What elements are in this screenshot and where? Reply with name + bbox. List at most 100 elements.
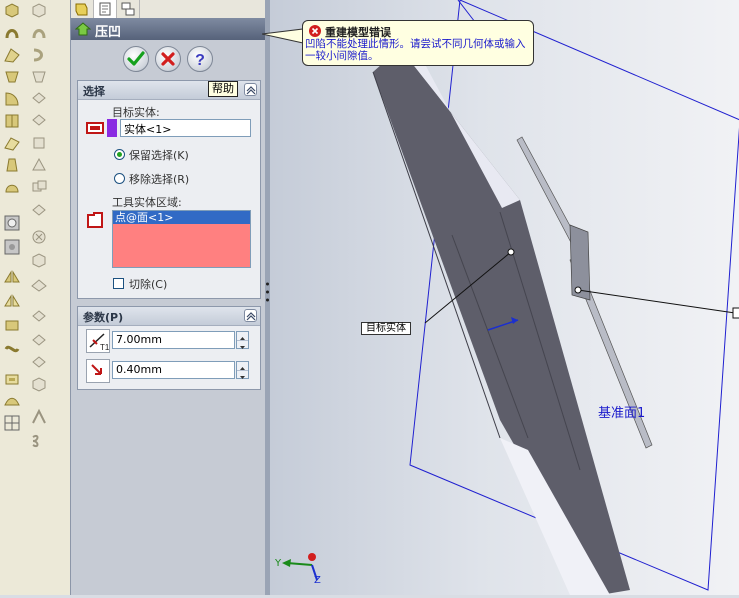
chevron-up-icon	[246, 312, 256, 321]
remove-selection-radio[interactable]	[114, 173, 125, 184]
scale-icon[interactable]	[30, 134, 48, 152]
offset-surface-icon[interactable]	[30, 332, 48, 350]
target-body-icon	[86, 122, 104, 134]
callout-pointer	[262, 28, 304, 44]
delete-body-icon[interactable]	[30, 228, 48, 246]
thickness-icon: T1	[86, 329, 110, 353]
chevron-up-icon	[246, 86, 256, 95]
move-body-icon[interactable]	[3, 292, 21, 310]
help-button[interactable]: ?	[187, 46, 213, 72]
reference-geometry-icon[interactable]	[3, 414, 21, 432]
target-body-tag[interactable]: 目标实体	[361, 322, 411, 335]
error-message: 凹陷不能处理此情形。请尝试不同几何体或输入一较小间隙值。	[305, 38, 526, 62]
cut-label[interactable]: 切除(C)	[129, 276, 167, 292]
combine-icon[interactable]	[30, 178, 48, 196]
deform-icon[interactable]	[3, 392, 21, 410]
parameters-group-title: 参数(P)	[83, 311, 124, 324]
hole-wizard-icon[interactable]	[3, 214, 21, 232]
question-icon: ?	[195, 52, 205, 68]
tool-region-label: 工具实体区域:	[112, 196, 182, 209]
shell-icon[interactable]	[3, 134, 21, 152]
fillet-icon[interactable]	[3, 90, 21, 108]
error-icon	[309, 25, 321, 37]
draft-icon[interactable]	[3, 156, 21, 174]
x-axis-dot	[308, 553, 316, 561]
spin-down-icon	[237, 371, 248, 379]
keep-selection-label[interactable]: 保留选择(K)	[129, 147, 189, 163]
checkmark-icon	[127, 51, 145, 66]
plate-body	[373, 48, 630, 595]
thickness-input[interactable]: 7.00mm	[112, 331, 235, 349]
helix-icon[interactable]	[30, 432, 48, 450]
feature-manager-tab[interactable]	[71, 0, 94, 18]
feature-title: 压凹	[95, 25, 122, 40]
flex-icon[interactable]	[3, 340, 21, 358]
property-manager-tab[interactable]	[94, 0, 117, 18]
cut-checkbox[interactable]	[113, 278, 124, 289]
cut-with-surface-icon[interactable]	[30, 276, 48, 294]
dome-icon[interactable]	[3, 178, 21, 196]
curve-tools-icon[interactable]	[30, 408, 48, 426]
clearance-input[interactable]: 0.40mm	[112, 361, 235, 379]
target-body-label: 目标实体:	[112, 106, 160, 119]
feature-tree-icon	[75, 3, 88, 16]
revolve-boss-icon[interactable]	[3, 24, 21, 42]
indent-icon[interactable]	[3, 370, 21, 388]
plane-label[interactable]: 基准面1	[598, 402, 645, 421]
chamfer-icon[interactable]	[30, 90, 48, 108]
property-sheet-icon	[99, 2, 111, 16]
planar-surface-icon[interactable]	[30, 376, 48, 394]
extruded-cut-icon[interactable]	[30, 2, 48, 20]
pattern-icon[interactable]	[3, 238, 21, 256]
rib-icon[interactable]	[3, 112, 21, 130]
tool-region-list[interactable]: 点@面<1>	[112, 210, 251, 268]
lofted-cut-icon[interactable]	[30, 68, 48, 86]
help-tooltip: 帮助	[208, 81, 238, 97]
target-body-field[interactable]: 实体<1>	[120, 119, 251, 137]
ok-button[interactable]	[123, 46, 149, 72]
configuration-icon	[121, 2, 135, 16]
list-item[interactable]: 点@面<1>	[113, 211, 250, 224]
rebuild-error-callout: 重建模型错误 凹陷不能处理此情形。请尝试不同几何体或输入一较小间隙值。	[302, 20, 534, 66]
wedge-icon[interactable]	[30, 112, 48, 130]
ruled-surface-icon[interactable]	[30, 354, 48, 372]
selection-group-title: 选择	[83, 85, 105, 98]
intersect-icon[interactable]	[30, 202, 48, 220]
knit-icon[interactable]	[30, 308, 48, 326]
features-toolbar	[0, 0, 71, 595]
graphics-area[interactable]: Y Z 基准面1	[270, 0, 739, 595]
selection-group: 选择 帮助 目标实体: 实体<1> 保留选择(K) 移除选择(R) 工具实体区域…	[77, 80, 261, 299]
parameters-group-header[interactable]: 参数(P)	[78, 307, 260, 326]
selection-color-swatch	[107, 119, 117, 137]
revolved-cut-icon[interactable]	[30, 24, 48, 42]
configuration-manager-tab[interactable]	[117, 0, 140, 18]
collapse-selection-button[interactable]	[244, 83, 257, 96]
spin-up-icon	[237, 332, 248, 341]
thicken-icon[interactable]	[30, 252, 48, 270]
wrap-icon[interactable]	[3, 316, 21, 334]
axis-z-label: Z	[314, 575, 321, 586]
reverse-direction-icon	[91, 364, 102, 375]
y-axis-line	[286, 562, 313, 566]
svg-text:?: ?	[195, 52, 205, 68]
tool-region-icon	[87, 212, 103, 228]
clearance-spinner[interactable]	[236, 361, 249, 379]
cancel-button[interactable]	[155, 46, 181, 72]
close-icon	[161, 52, 175, 66]
manager-tabs	[71, 0, 266, 19]
keep-selection-radio[interactable]	[114, 149, 125, 160]
clearance-direction-button[interactable]	[86, 359, 110, 383]
loft-icon[interactable]	[3, 68, 21, 86]
swept-cut-icon[interactable]	[30, 46, 48, 64]
split-icon[interactable]	[30, 156, 48, 174]
feature-title-bar: 压凹	[71, 18, 266, 40]
sweep-icon[interactable]	[3, 46, 21, 64]
property-manager: 压凹 ? 选择 帮助 目标实体: 实体<1> 保留选择(K) 移除选择(R) 工…	[70, 0, 266, 595]
remove-selection-label[interactable]: 移除选择(R)	[129, 171, 189, 187]
tool-leader-line	[577, 289, 736, 314]
selection-group-header[interactable]: 选择 帮助	[78, 81, 260, 100]
collapse-parameters-button[interactable]	[244, 309, 257, 322]
extrude-boss-icon[interactable]	[3, 2, 21, 20]
thickness-spinner[interactable]	[236, 331, 249, 349]
mirror-icon[interactable]	[3, 268, 21, 286]
